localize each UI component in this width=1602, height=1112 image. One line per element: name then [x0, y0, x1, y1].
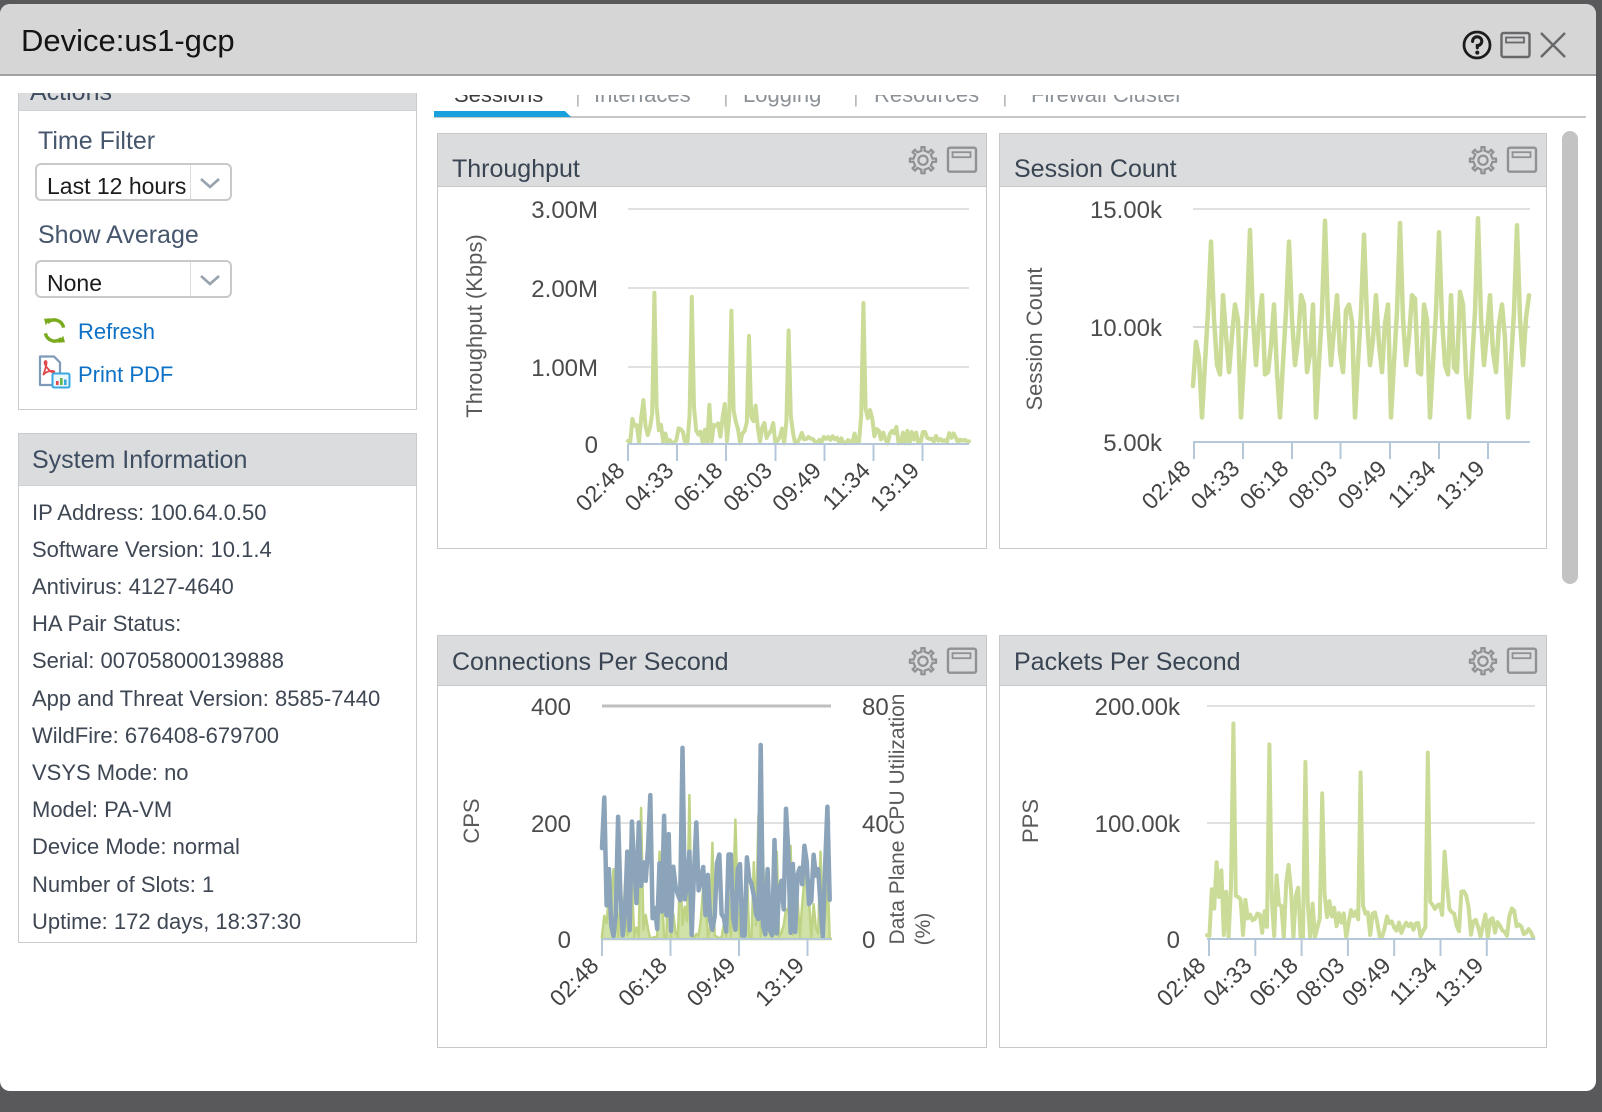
svg-text:0: 0 [1167, 927, 1180, 954]
svg-text:0: 0 [862, 927, 875, 954]
svg-text:400: 400 [531, 694, 571, 721]
svg-text:2.00M: 2.00M [531, 276, 598, 303]
svg-text:13:19: 13:19 [1429, 952, 1488, 1011]
svg-text:02:48: 02:48 [570, 457, 629, 516]
svg-text:08:03: 08:03 [1290, 952, 1349, 1011]
svg-text:200: 200 [531, 811, 571, 838]
svg-text:06:18: 06:18 [1234, 455, 1293, 514]
svg-text:02:48: 02:48 [544, 952, 603, 1011]
svg-text:08:03: 08:03 [1283, 455, 1342, 514]
svg-text:09:49: 09:49 [767, 457, 826, 516]
svg-text:PPS: PPS [1018, 799, 1043, 843]
svg-text:5.00k: 5.00k [1103, 430, 1163, 457]
svg-text:Data Plane CPU Utilization: Data Plane CPU Utilization [886, 694, 909, 945]
svg-text:Throughput: Throughput [452, 155, 580, 183]
svg-text:11:34: 11:34 [1383, 455, 1441, 513]
svg-text:1.00M: 1.00M [531, 355, 598, 382]
svg-text:3.00M: 3.00M [531, 197, 598, 224]
svg-text:09:49: 09:49 [1337, 952, 1396, 1011]
svg-text:08:03: 08:03 [718, 457, 777, 516]
svg-text:0: 0 [558, 927, 571, 954]
svg-text:10.00k: 10.00k [1090, 315, 1163, 342]
svg-text:06:18: 06:18 [1244, 952, 1303, 1011]
svg-text:04:33: 04:33 [619, 457, 678, 516]
svg-text:80: 80 [862, 694, 889, 721]
svg-text:100.00k: 100.00k [1095, 811, 1181, 838]
svg-text:02:48: 02:48 [1151, 952, 1210, 1011]
svg-text:06:18: 06:18 [613, 952, 672, 1011]
svg-text:13:19: 13:19 [865, 457, 924, 516]
svg-text:04:33: 04:33 [1198, 952, 1257, 1011]
svg-text:Session Count: Session Count [1014, 155, 1177, 183]
svg-text:Session Count: Session Count [1022, 267, 1047, 410]
svg-text:0: 0 [585, 432, 598, 459]
svg-text:200.00k: 200.00k [1095, 694, 1181, 721]
svg-text:Throughput (Kbps): Throughput (Kbps) [462, 234, 487, 417]
svg-text:(%): (%) [912, 913, 935, 946]
svg-text:13:19: 13:19 [1430, 455, 1489, 514]
svg-text:11:34: 11:34 [1384, 952, 1442, 1010]
svg-text:15.00k: 15.00k [1090, 197, 1163, 224]
svg-text:Packets Per Second: Packets Per Second [1014, 648, 1241, 676]
svg-text:09:49: 09:49 [1332, 455, 1391, 514]
svg-text:Connections Per Second: Connections Per Second [452, 648, 729, 676]
svg-text:CPS: CPS [459, 798, 484, 843]
svg-text:40: 40 [862, 811, 889, 838]
svg-text:11:34: 11:34 [817, 457, 875, 515]
svg-text:13:19: 13:19 [750, 952, 809, 1011]
svg-text:02:48: 02:48 [1136, 455, 1195, 514]
svg-text:09:49: 09:49 [681, 952, 740, 1011]
svg-text:04:33: 04:33 [1185, 455, 1244, 514]
svg-text:06:18: 06:18 [668, 457, 727, 516]
